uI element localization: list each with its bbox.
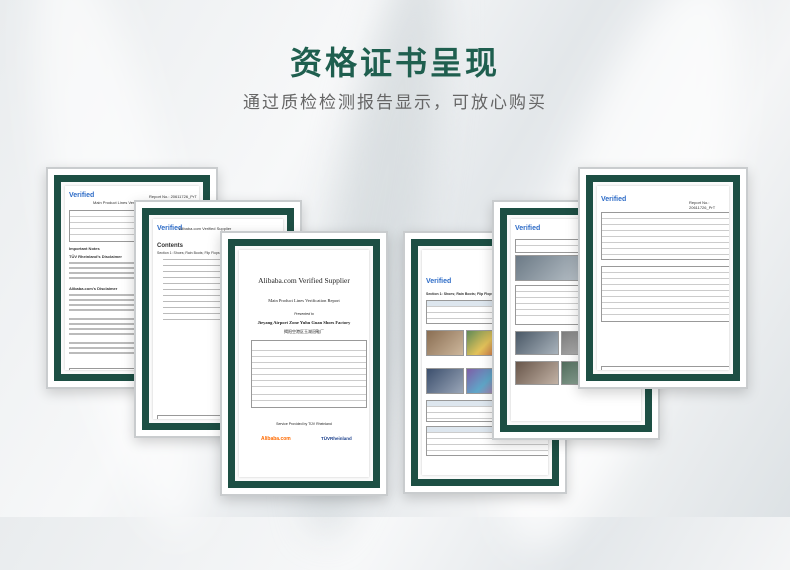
page-subtitle: 通过质检检测报告显示，可放心购买 <box>243 93 547 113</box>
certificate-frame-center: Alibaba.com Verified Supplier Main Produ… <box>220 231 388 496</box>
summary-table <box>601 212 729 260</box>
company-info-table <box>251 340 367 408</box>
service-note: Service Provided by TÜV Rheinland <box>276 422 332 426</box>
text-line <box>69 352 139 354</box>
report-number: Report No.: 20611726_PrT <box>149 194 197 199</box>
tuv-logo: TÜVRheinland <box>321 436 352 441</box>
verified-logo: Verified <box>69 192 95 199</box>
product-photo <box>426 330 464 356</box>
verified-logo: Verified <box>601 196 627 203</box>
verified-logo: Verified <box>515 225 541 232</box>
footer-table <box>601 366 729 370</box>
summary-table <box>601 266 729 322</box>
process-photo <box>515 331 559 355</box>
presented-to: Presented to <box>294 312 314 316</box>
alibaba-logo: Alibaba.com <box>261 436 291 442</box>
cert-title: Alibaba.com Verified Supplier <box>258 276 350 285</box>
report-number: Report No.: 20611726_PrT <box>689 200 716 210</box>
machine-photo <box>515 255 581 281</box>
footer-table <box>157 415 227 419</box>
company-name-en: Jieyang Airport Zone Yuhu Guan Shoes Fac… <box>257 320 351 325</box>
notes-heading: Important Notes <box>69 246 100 251</box>
verified-logo: Verified <box>426 278 452 285</box>
company-name-cn: 揭阳空港区玉湖冠鞋厂 <box>284 329 324 334</box>
contents-heading: Contents <box>157 243 183 249</box>
disclaimer-heading: Alibaba.com's Disclaimer <box>69 286 118 291</box>
cert-subtitle: Main Product Lines Verification Report <box>268 298 340 303</box>
process-photo <box>515 361 559 385</box>
certificate-frame-far-right: Verified Report No.: 20611726_PrT <box>578 167 748 389</box>
page-title: 资格证书呈现 <box>289 44 500 82</box>
product-photo <box>426 368 464 394</box>
disclaimer-heading: TÜV Rheinland's Disclaimer <box>69 254 122 259</box>
